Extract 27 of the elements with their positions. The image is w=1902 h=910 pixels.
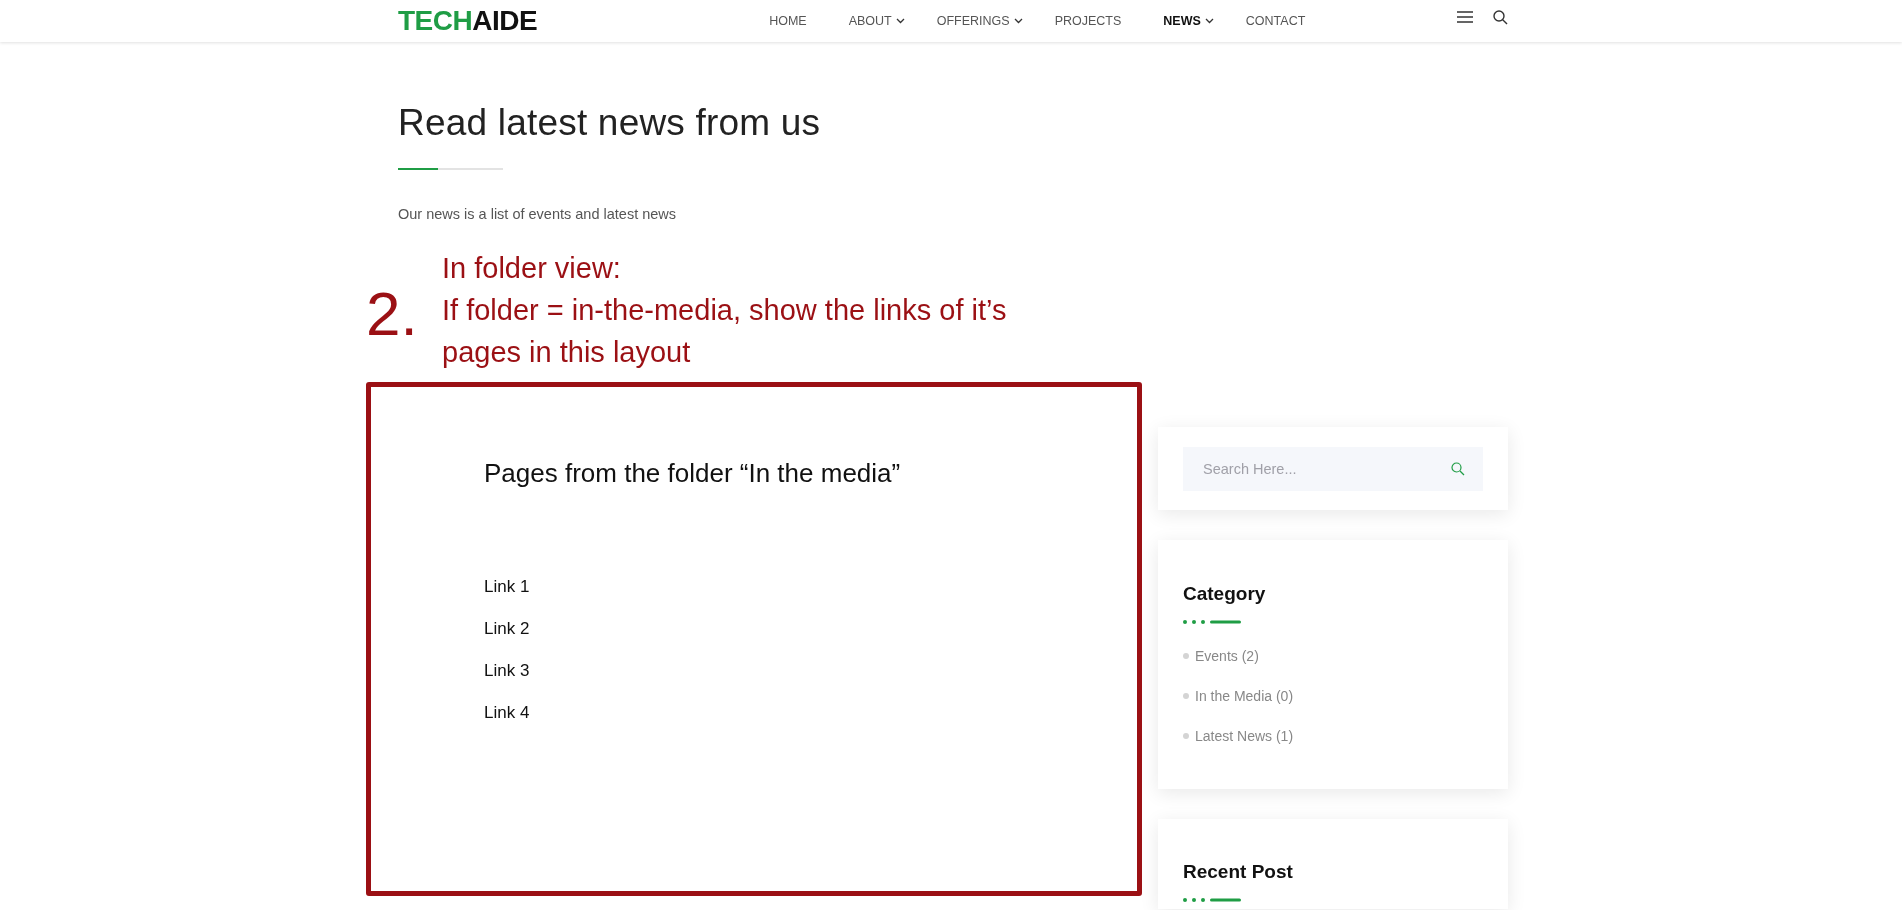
page-link[interactable]: Link 3 xyxy=(484,657,530,685)
annotation-number: 2. xyxy=(366,279,419,349)
heading-divider-icon xyxy=(1183,898,1241,902)
page-subtitle: Our news is a list of events and latest news xyxy=(398,205,678,224)
nav-link[interactable]: NEWS xyxy=(1163,14,1214,28)
recent-post-title: Recent Post xyxy=(1183,860,1294,884)
heading-divider-icon xyxy=(1183,620,1241,624)
nav-link[interactable]: ABOUT xyxy=(848,14,905,28)
nav-link[interactable]: PROJECTS xyxy=(1054,14,1122,28)
nav-link[interactable]: HOME xyxy=(769,14,807,28)
nav-link[interactable]: CONTACT xyxy=(1245,14,1306,28)
category-link[interactable]: Latest News (1) xyxy=(1183,716,1483,756)
search-field[interactable]: Search Here... xyxy=(1183,447,1483,491)
site-logo[interactable]: TECHAIDE xyxy=(398,7,538,35)
folder-heading: Pages from the folder “In the media” xyxy=(484,457,902,490)
page-link[interactable]: Link 4 xyxy=(484,699,530,727)
nav-link[interactable]: OFFERINGS xyxy=(936,14,1023,28)
search-icon[interactable] xyxy=(1493,9,1508,25)
page-link[interactable]: Link 2 xyxy=(484,615,530,643)
page-title: Read latest news from us xyxy=(398,101,822,145)
page-link[interactable]: Link 1 xyxy=(484,573,530,601)
category-link[interactable]: In the Media (0) xyxy=(1183,676,1483,716)
category-link[interactable]: Events (2) xyxy=(1183,636,1483,676)
annotation-heading: In folder view: xyxy=(442,251,622,286)
menu-icon[interactable] xyxy=(1457,11,1473,23)
annotation-text: If folder = in-the-media, show the links of it’s pages in this layout xyxy=(442,293,1008,370)
category-title: Category xyxy=(1183,582,1267,606)
